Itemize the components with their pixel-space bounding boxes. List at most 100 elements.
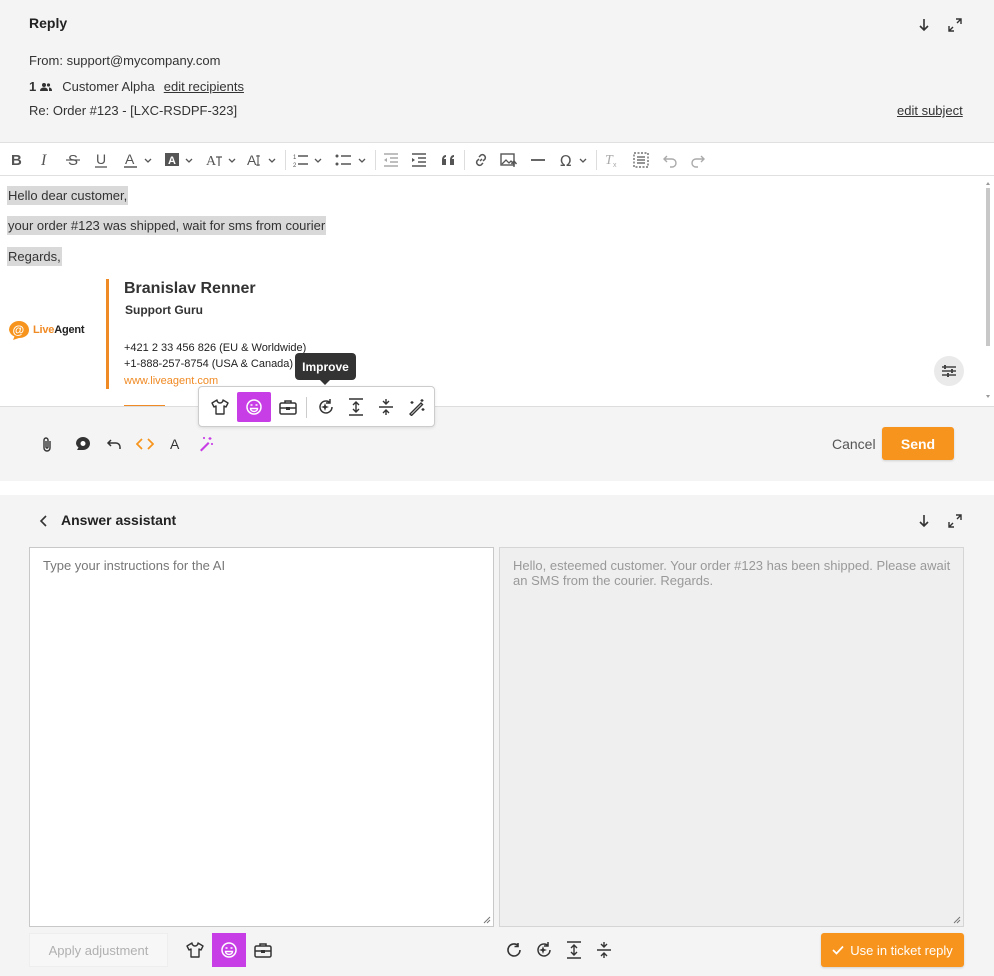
use-in-ticket-reply-button[interactable]: Use in ticket reply [821, 933, 964, 967]
smile-icon[interactable] [237, 392, 271, 422]
expand-text-icon[interactable] [339, 392, 373, 422]
reply-arrow-icon[interactable] [105, 435, 123, 453]
horizontal-line-icon[interactable] [530, 150, 546, 170]
expand-text-icon[interactable] [557, 933, 591, 967]
svg-text:A: A [170, 437, 180, 451]
chat-bubble-icon[interactable] [74, 435, 92, 453]
ai-instructions-input[interactable]: Type your instructions for the AI [29, 547, 494, 927]
redo-icon[interactable] [690, 150, 706, 170]
svg-text:A: A [247, 152, 257, 168]
tshirt-icon[interactable] [203, 392, 237, 422]
svg-text:B: B [11, 152, 22, 168]
signature-accent-bar [106, 279, 109, 389]
cancel-button[interactable]: Cancel [832, 436, 876, 452]
logo-at-sign: @ [13, 323, 25, 337]
signature-name: Branislav Renner [124, 280, 256, 297]
font-color-icon[interactable]: A [124, 150, 154, 170]
recipients-count: 1 [29, 79, 37, 94]
editor-scrollbar[interactable] [985, 180, 991, 400]
collapse-down-icon[interactable] [916, 17, 932, 33]
signature-underline [124, 405, 165, 406]
tshirt-icon[interactable] [178, 933, 212, 967]
briefcase-icon[interactable] [271, 392, 305, 422]
editor-line: Hello dear customer, [7, 186, 129, 205]
signature-phone-us: +1-888-257-8754 (USA & Canada) [124, 358, 294, 370]
toolbar-divider [464, 150, 465, 170]
insert-image-icon[interactable] [500, 150, 518, 170]
background-color-icon[interactable]: A [165, 150, 195, 170]
attachment-icon[interactable] [38, 435, 56, 453]
bullet-list-icon[interactable] [335, 150, 367, 170]
briefcase-icon[interactable] [246, 933, 280, 967]
editor-line: your order #123 was shipped, wait for sm… [7, 216, 327, 235]
resize-handle-icon[interactable] [483, 916, 491, 924]
special-character-icon[interactable]: Ω [560, 150, 592, 170]
editor-line: Regards, [7, 247, 62, 266]
shorten-text-icon[interactable] [369, 392, 403, 422]
signature-role: Support Guru [125, 303, 203, 317]
svg-text:1: 1 [293, 155, 297, 161]
settings-sliders-icon[interactable] [934, 356, 964, 386]
magic-wand-icon[interactable] [400, 392, 434, 422]
underline-icon[interactable]: U [94, 150, 108, 170]
answer-assistant-title: Answer assistant [61, 512, 177, 528]
panel-divider [0, 481, 994, 495]
blockquote-icon[interactable] [441, 150, 457, 170]
italic-icon[interactable]: I [39, 150, 51, 170]
svg-text:A: A [125, 152, 135, 167]
ai-adjust-popup [198, 386, 435, 427]
expand-icon[interactable] [947, 17, 963, 33]
strikethrough-icon[interactable]: S [66, 150, 80, 170]
outdent-icon[interactable] [383, 150, 399, 170]
back-chevron-icon[interactable] [38, 514, 50, 528]
font-family-icon[interactable]: A [206, 150, 238, 170]
ai-result-text: Hello, esteemed customer. Your order #12… [513, 558, 951, 588]
svg-text:I: I [40, 152, 47, 168]
toolbar-divider [285, 150, 286, 170]
code-icon[interactable] [136, 435, 154, 453]
select-all-icon[interactable] [633, 150, 649, 170]
people-icon [40, 82, 53, 92]
toolbar-divider [375, 150, 376, 170]
improve-icon[interactable] [527, 933, 561, 967]
svg-text:2: 2 [293, 163, 297, 168]
format-toolbar: B I S U A A A A 12 Ω Tx [0, 142, 994, 176]
numbered-list-icon[interactable]: 12 [293, 150, 323, 170]
smile-icon[interactable] [212, 933, 246, 967]
apply-adjustment-button[interactable]: Apply adjustment [29, 933, 168, 967]
ai-result-output: Hello, esteemed customer. Your order #12… [499, 547, 964, 927]
undo-icon[interactable] [662, 150, 678, 170]
send-button[interactable]: Send [882, 427, 954, 460]
use-in-ticket-reply-label: Use in ticket reply [850, 942, 953, 958]
liveagent-logo: @ LiveAgent [8, 320, 85, 340]
signature-phone-eu: +421 2 33 456 826 (EU & Worldwide) [124, 342, 307, 354]
clear-format-icon[interactable]: Tx [604, 150, 620, 170]
reply-title: Reply [29, 15, 68, 31]
instructions-placeholder: Type your instructions for the AI [43, 558, 226, 573]
popup-divider [306, 397, 307, 418]
improve-tooltip: Improve [295, 353, 356, 385]
edit-subject-link[interactable]: edit subject [897, 103, 963, 118]
edit-recipients-link[interactable]: edit recipients [164, 79, 244, 94]
logo-agent-text: Agent [54, 324, 85, 336]
logo-live-text: Live [33, 324, 55, 336]
svg-text:A: A [206, 154, 217, 168]
regenerate-icon[interactable] [497, 933, 531, 967]
recipient-name: Customer Alpha [62, 79, 155, 94]
resize-handle-icon[interactable] [953, 916, 961, 924]
link-icon[interactable] [473, 150, 489, 170]
shorten-text-icon[interactable] [587, 933, 621, 967]
indent-icon[interactable] [411, 150, 427, 170]
svg-text:Ω: Ω [560, 152, 571, 168]
bold-icon[interactable]: B [10, 150, 24, 170]
message-editor[interactable]: Hello dear customer, your order #123 was… [0, 176, 994, 407]
font-size-icon[interactable]: A [247, 150, 279, 170]
collapse-down-icon[interactable] [916, 513, 932, 529]
svg-text:x: x [613, 162, 617, 168]
text-format-icon[interactable]: A [167, 435, 185, 453]
expand-icon[interactable] [947, 513, 963, 529]
recipients-line: 1 Customer Alpha edit recipients [29, 79, 244, 94]
subject-text: Re: Order #123 - [LXC-RSDPF-323] [29, 103, 238, 118]
improve-icon[interactable] [309, 392, 343, 422]
ai-magic-icon[interactable] [197, 435, 215, 453]
